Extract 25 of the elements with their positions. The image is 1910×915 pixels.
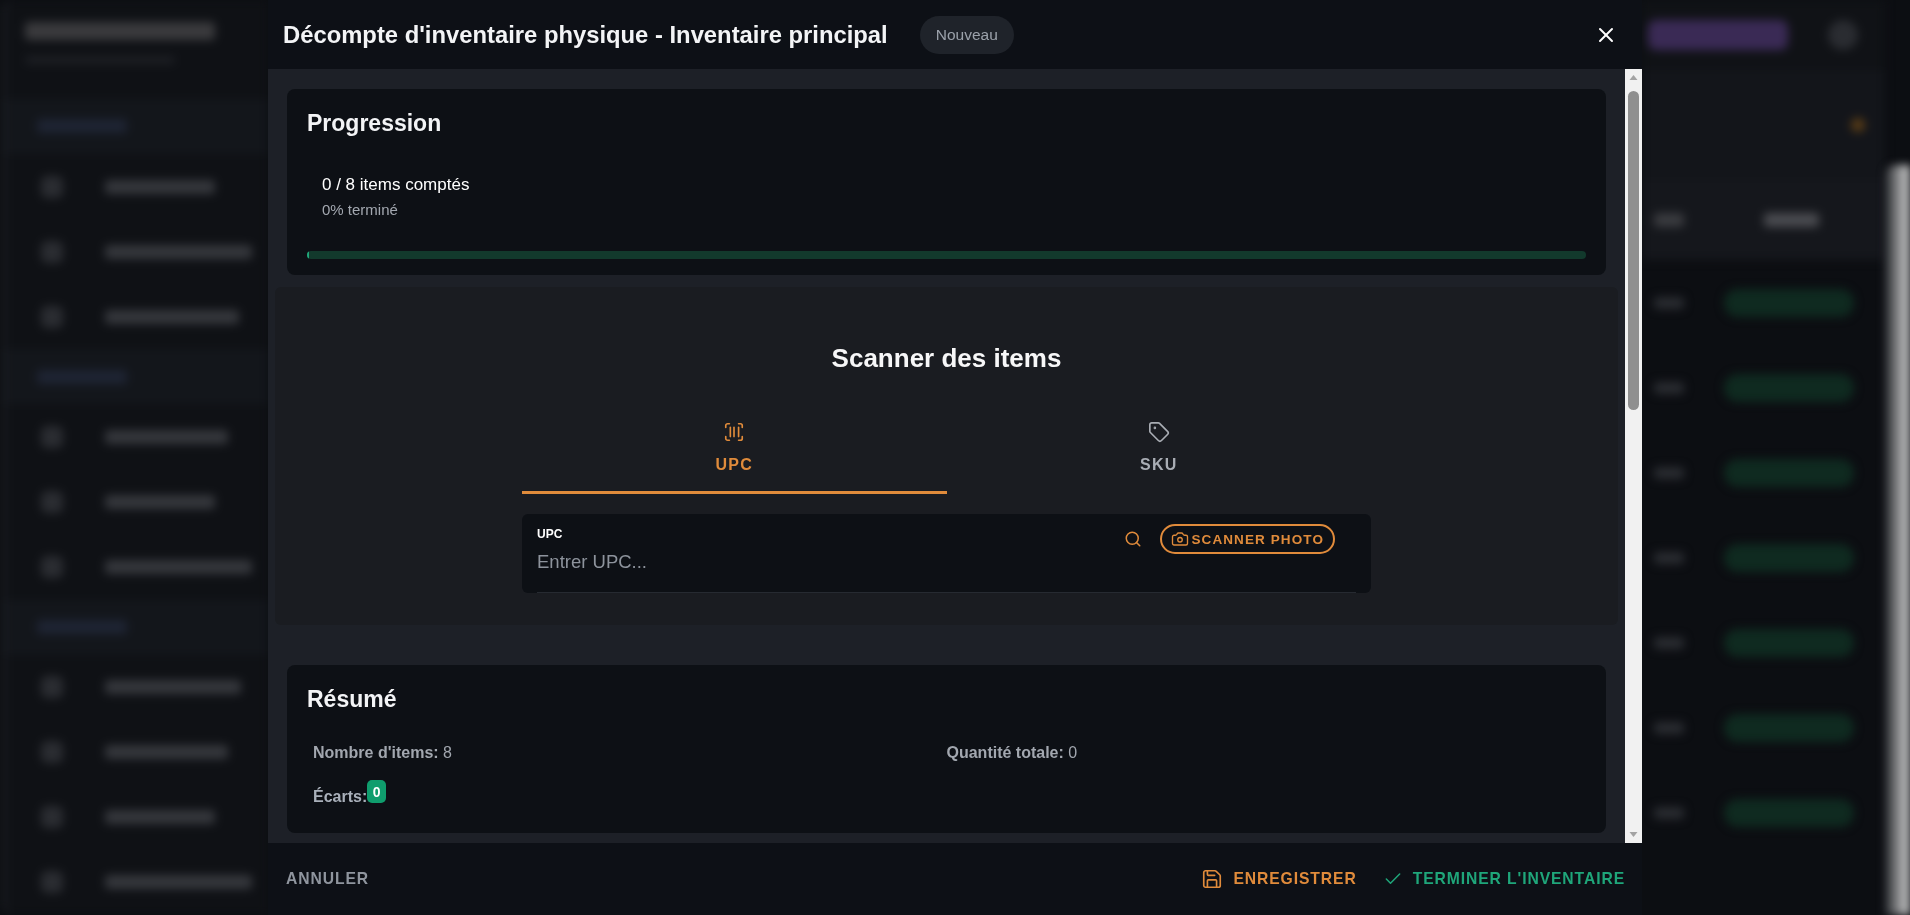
dialog-title: Décompte d'inventaire physique - Inventaire principal <box>283 20 888 49</box>
items-counted-text: 0 / 8 items comptés <box>322 175 471 195</box>
summary-stat: Nombre d'items: 8 <box>313 743 453 763</box>
status-badge: Nouveau <box>919 15 1014 54</box>
scrollbar-thumb[interactable] <box>1628 91 1639 410</box>
discrepancy-count-badge: 0 <box>367 780 387 803</box>
tag-icon <box>1147 421 1170 443</box>
search-icon[interactable] <box>1124 530 1143 548</box>
scanner-title: Scanner des items <box>831 342 1062 374</box>
scanner-photo-button[interactable]: SCANNER PHOTO <box>1160 524 1335 554</box>
summary-stat: Quantité totale: 0 <box>946 743 1079 763</box>
discrepancy-label: Écarts: <box>313 787 368 807</box>
scan-mode-tab[interactable]: UPC <box>522 404 947 494</box>
save-button[interactable]: ENREGISTRER <box>1201 862 1357 896</box>
cancel-button[interactable]: ANNULER <box>286 864 369 894</box>
percent-complete-text: 0% terminé <box>322 201 399 219</box>
scrollbar[interactable] <box>1625 69 1642 843</box>
camera-icon <box>1171 530 1190 548</box>
scan-mode-tab[interactable]: SKU <box>946 404 1371 494</box>
card-title: Progression <box>307 109 443 137</box>
finish-inventory-button[interactable]: TERMINER L'INVENTAIRE <box>1382 863 1625 895</box>
card-title: Résumé <box>307 685 398 713</box>
field-label: UPC <box>537 527 564 541</box>
barcode-scan-icon <box>723 421 746 443</box>
upc-input-field[interactable]: UPC Entrer UPC... SCANNER PHOTO <box>522 514 1371 593</box>
